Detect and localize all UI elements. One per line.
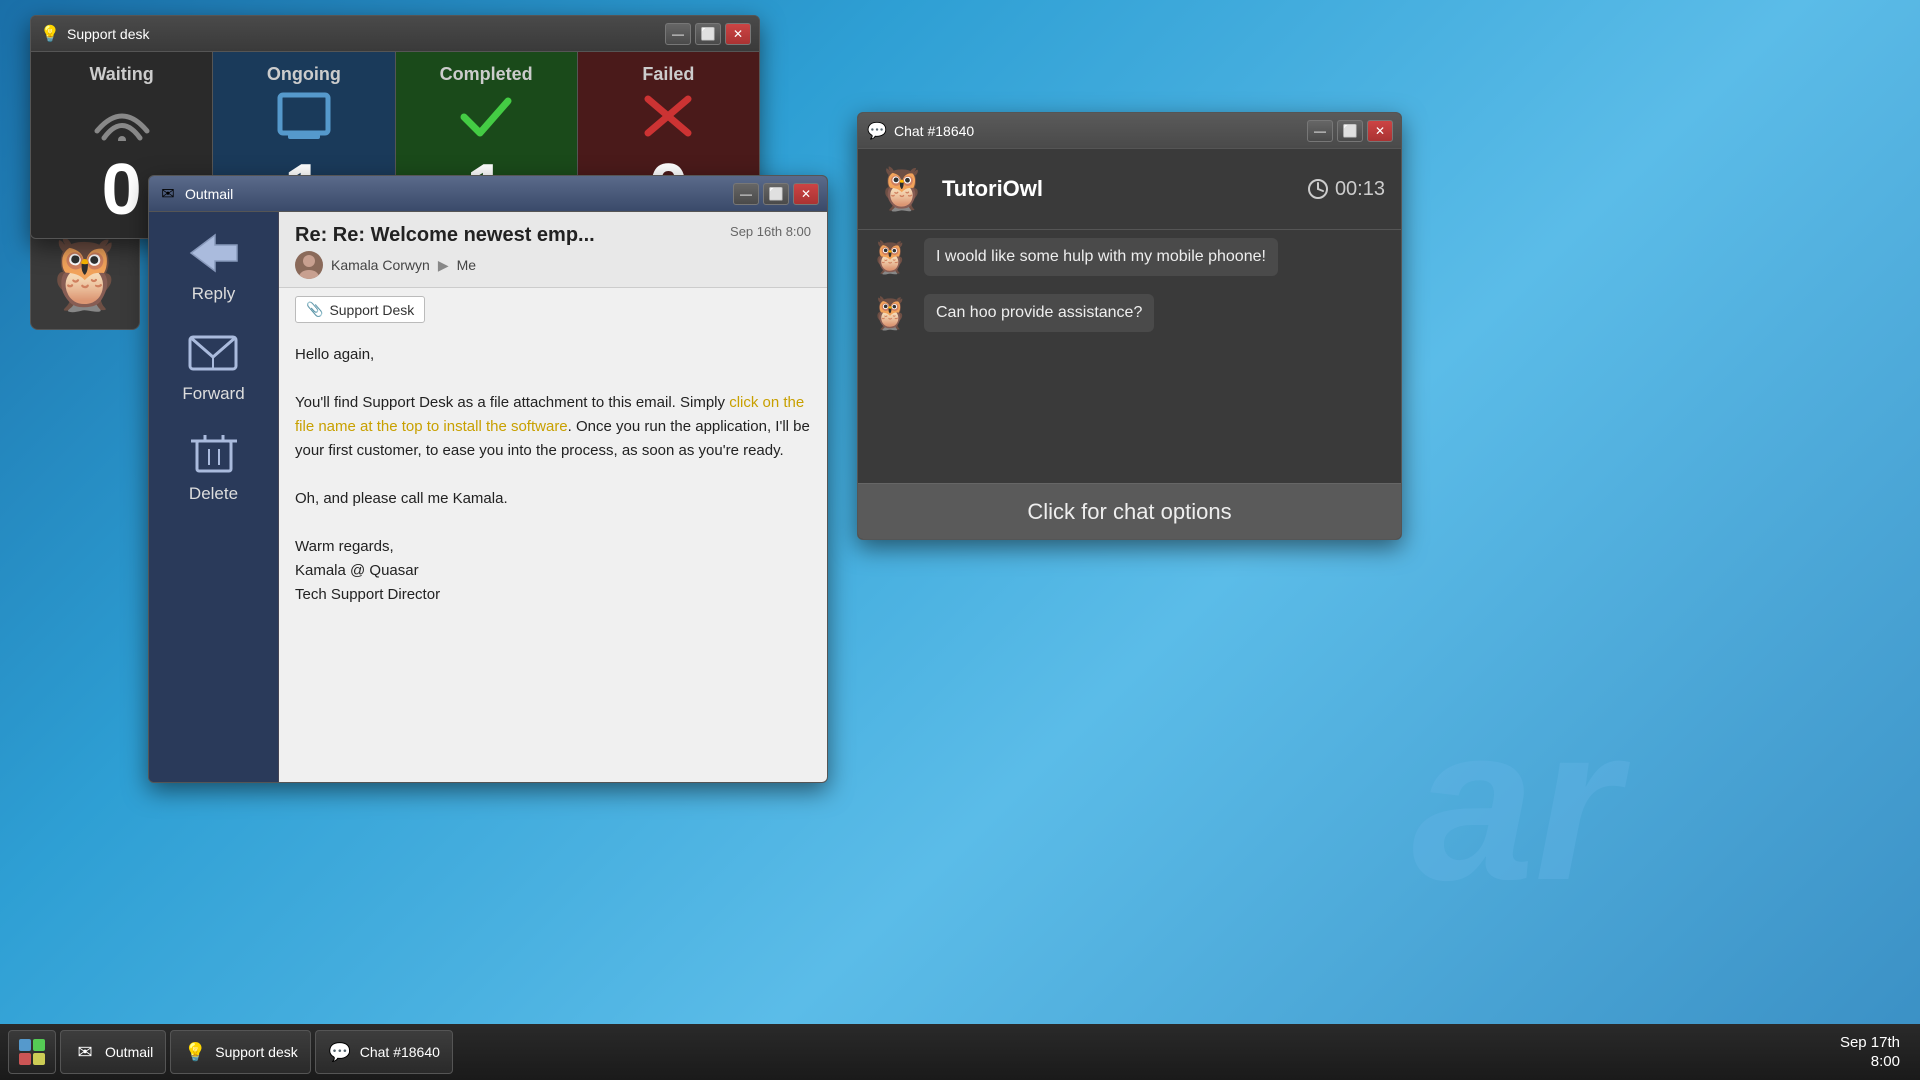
outmail-maximize-button[interactable]: ⬜ (763, 183, 789, 205)
chat-options-label: Click for chat options (1027, 499, 1231, 525)
mail-sign2: Kamala @ Quasar (295, 559, 811, 583)
sender-avatar (295, 251, 323, 279)
arrow-icon: ▶ (438, 257, 449, 274)
taskbar-chat-label: Chat #18640 (360, 1044, 440, 1060)
chat-close-button[interactable]: ✕ (1367, 120, 1393, 142)
stat-completed-icon (456, 91, 516, 148)
forward-action[interactable]: Forward (182, 328, 244, 404)
reply-label: Reply (192, 284, 235, 304)
forward-label: Forward (182, 384, 244, 404)
taskbar-support-desk-button[interactable]: 💡 Support desk (170, 1030, 311, 1074)
chat-maximize-button[interactable]: ⬜ (1337, 120, 1363, 142)
taskbar-outmail-label: Outmail (105, 1044, 153, 1060)
mail-greeting: Hello again, (295, 343, 811, 367)
stat-failed-label: Failed (642, 64, 694, 85)
chat-msg1-avatar: 🦉 (870, 238, 914, 282)
delete-label: Delete (189, 484, 238, 504)
recipient-name: Me (457, 257, 476, 273)
outmail-body: Reply Forward (149, 212, 827, 782)
support-desk-title: Support desk (67, 26, 659, 42)
chat-username: TutoriOwl (942, 176, 1295, 202)
chat-message-1: 🦉 I woold like some hulp with my mobile … (870, 238, 1389, 282)
paperclip-icon: 📎 (306, 301, 323, 318)
outmail-sidebar: Reply Forward (149, 212, 279, 782)
sender-name: Kamala Corwyn (331, 257, 430, 273)
stat-waiting-label: Waiting (89, 64, 153, 85)
stat-ongoing-label: Ongoing (267, 64, 341, 85)
stat-ongoing-icon (274, 91, 334, 148)
clock-icon (1307, 178, 1329, 200)
mail-sign3: Tech Support Director (295, 583, 811, 607)
chat-controls: — ⬜ ✕ (1307, 120, 1393, 142)
mail-date: Sep 16th 8:00 (730, 224, 811, 239)
taskbar-date: Sep 17th (1840, 1033, 1900, 1053)
outmail-close-button[interactable]: ✕ (793, 183, 819, 205)
stat-failed-icon (638, 91, 698, 148)
outmail-titlebar: ✉ Outmail — ⬜ ✕ (149, 176, 827, 212)
forward-icon (183, 328, 243, 378)
chat-title: Chat #18640 (894, 123, 1301, 139)
outmail-minimize-button[interactable]: — (733, 183, 759, 205)
support-desk-maximize-button[interactable]: ⬜ (695, 23, 721, 45)
taskbar-chat-button[interactable]: 💬 Chat #18640 (315, 1030, 453, 1074)
desktop-bg-text: ar (1412, 677, 1620, 930)
delete-icon (184, 428, 244, 478)
chat-messages: 🦉 I woold like some hulp with my mobile … (858, 230, 1401, 483)
support-desk-titlebar: 💡 Support desk — ⬜ ✕ (31, 16, 759, 52)
reply-action[interactable]: Reply (184, 228, 244, 304)
mail-body: Hello again, You'll find Support Desk as… (279, 331, 827, 782)
support-desk-controls: — ⬜ ✕ (665, 23, 751, 45)
chat-timer-value: 00:13 (1335, 178, 1385, 201)
chat-body: 🦉 TutoriOwl 00:13 🦉 I woold like some hu… (858, 149, 1401, 539)
taskbar-outmail-icon: ✉ (73, 1040, 97, 1064)
outmail-window: ✉ Outmail — ⬜ ✕ Reply (148, 175, 828, 783)
chat-msg1-text: I woold like some hulp with my mobile ph… (924, 238, 1278, 276)
taskbar-support-desk-label: Support desk (215, 1044, 298, 1060)
chat-minimize-button[interactable]: — (1307, 120, 1333, 142)
taskbar-start-button[interactable] (8, 1030, 56, 1074)
taskbar-support-desk-icon: 💡 (183, 1040, 207, 1064)
mail-attachment[interactable]: 📎 Support Desk (295, 296, 425, 323)
start-icon (16, 1036, 48, 1068)
taskbar: ✉ Outmail 💡 Support desk 💬 Chat #18640 S… (0, 1024, 1920, 1080)
taskbar-clock: Sep 17th 8:00 (1840, 1033, 1912, 1072)
chat-message-2: 🦉 Can hoo provide assistance? (870, 294, 1389, 338)
mail-para1-pre: You'll find Support Desk as a file attac… (295, 394, 729, 411)
mail-from: Kamala Corwyn ▶ Me (295, 251, 811, 279)
chat-msg2-text: Can hoo provide assistance? (924, 294, 1154, 332)
outmail-title: Outmail (185, 186, 727, 202)
chat-msg2-avatar: 🦉 (870, 294, 914, 338)
stat-waiting-count: 0 (102, 154, 142, 226)
support-desk-minimize-button[interactable]: — (665, 23, 691, 45)
outmail-content: Re: Re: Welcome newest emp... Sep 16th 8… (279, 212, 827, 782)
delete-action[interactable]: Delete (184, 428, 244, 504)
chat-options-bar[interactable]: Click for chat options (858, 483, 1401, 539)
outmail-controls: — ⬜ ✕ (733, 183, 819, 205)
mail-paragraph1: You'll find Support Desk as a file attac… (295, 391, 811, 463)
mail-paragraph2: Oh, and please call me Kamala. (295, 487, 811, 511)
mail-header: Re: Re: Welcome newest emp... Sep 16th 8… (279, 212, 827, 288)
chat-window: 💬 Chat #18640 — ⬜ ✕ 🦉 TutoriOwl 00:13 🦉 (857, 112, 1402, 540)
reply-icon (184, 228, 244, 278)
support-desk-close-button[interactable]: ✕ (725, 23, 751, 45)
chat-titlebar: 💬 Chat #18640 — ⬜ ✕ (858, 113, 1401, 149)
support-desk-icon: 💡 (39, 23, 61, 45)
stat-waiting-icon (92, 91, 152, 148)
mail-subject: Re: Re: Welcome newest emp... (295, 224, 595, 247)
attachment-name: Support Desk (329, 302, 414, 318)
chat-user-header: 🦉 TutoriOwl 00:13 (858, 149, 1401, 230)
chat-user-avatar: 🦉 (874, 161, 930, 217)
outmail-icon: ✉ (157, 183, 179, 205)
chat-timer: 00:13 (1307, 178, 1385, 201)
taskbar-chat-icon: 💬 (328, 1040, 352, 1064)
mail-sign1: Warm regards, (295, 535, 811, 559)
stat-completed-label: Completed (440, 64, 533, 85)
taskbar-outmail-button[interactable]: ✉ Outmail (60, 1030, 166, 1074)
taskbar-time: 8:00 (1840, 1052, 1900, 1072)
chat-icon: 💬 (866, 120, 888, 142)
